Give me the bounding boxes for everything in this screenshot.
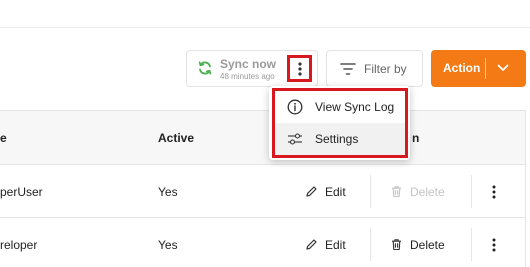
trash-icon <box>392 186 401 198</box>
sync-icon <box>198 61 212 75</box>
row-more-button[interactable] <box>489 185 499 199</box>
column-header-active: Active <box>158 131 195 145</box>
cell-active: Yes <box>158 238 178 252</box>
filter-by-button[interactable]: Filter by <box>326 50 423 87</box>
action-separator <box>370 175 371 208</box>
more-options-button[interactable] <box>287 55 312 82</box>
cell-active: Yes <box>158 185 178 199</box>
pencil-icon <box>306 186 317 197</box>
delete-label: Delete <box>410 237 445 252</box>
table-row: reloper Yes Edit Delete <box>0 218 525 267</box>
delete-label: Delete <box>410 184 445 199</box>
users-table: e Active n perUser Yes Edit Delete relop… <box>0 110 526 267</box>
sync-last-time: 48 minutes ago <box>220 72 275 81</box>
edit-label: Edit <box>325 184 346 199</box>
menu-highlight-box <box>272 88 408 158</box>
kebab-icon <box>297 61 302 76</box>
pencil-icon <box>306 239 317 250</box>
delete-button[interactable]: Delete <box>390 228 445 261</box>
table-header: e Active n <box>0 111 525 165</box>
filter-by-label: Filter by <box>364 62 407 76</box>
action-button[interactable]: Action <box>431 50 526 87</box>
row-more-button[interactable] <box>489 238 499 252</box>
kebab-icon <box>492 238 496 252</box>
delete-button[interactable]: Delete <box>390 175 445 208</box>
column-header-action: n <box>412 131 420 145</box>
table-row: perUser Yes Edit Delete <box>0 165 525 218</box>
filter-icon <box>340 63 356 75</box>
sync-now-label: Sync now <box>220 57 277 71</box>
action-separator <box>370 228 371 261</box>
action-separator <box>471 175 472 208</box>
kebab-icon <box>492 185 496 199</box>
cell-name: reloper <box>0 238 38 252</box>
column-header-name: e <box>0 131 7 145</box>
action-separator <box>471 228 472 261</box>
trash-icon <box>392 239 401 251</box>
action-label: Action <box>443 61 481 75</box>
edit-button[interactable]: Edit <box>305 175 346 208</box>
action-divider <box>485 58 486 79</box>
cell-name: perUser <box>0 185 43 199</box>
top-strip <box>0 0 530 28</box>
edit-button[interactable]: Edit <box>305 228 346 261</box>
edit-label: Edit <box>325 237 346 252</box>
chevron-down-icon[interactable] <box>497 63 509 73</box>
